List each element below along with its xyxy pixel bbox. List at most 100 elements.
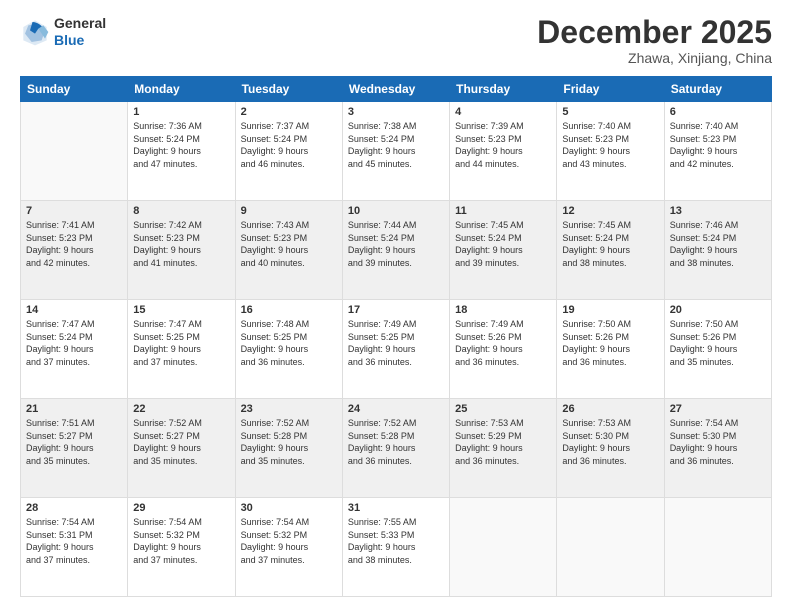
day-number: 8: [133, 205, 229, 217]
day-info: Sunrise: 7:47 AM Sunset: 5:25 PM Dayligh…: [133, 318, 229, 368]
logo-general-text: General: [54, 15, 106, 31]
table-row: 12Sunrise: 7:45 AM Sunset: 5:24 PM Dayli…: [557, 201, 664, 300]
calendar-week-row: 14 Sunrise: 7:47 AM Sunset: 5:24 PM Dayli…: [21, 300, 772, 399]
logo-blue-text: Blue: [54, 32, 84, 48]
day-number: 30: [241, 502, 337, 514]
header-wednesday: Wednesday: [342, 77, 449, 102]
day-info: Sunrise: 7:55 AM Sunset: 5:33 PM Dayligh…: [348, 516, 444, 566]
day-info: Sunrise: 7:54 AM Sunset: 5:32 PM Dayligh…: [133, 516, 229, 566]
title-block: December 2025 Zhawa, Xinjiang, China: [537, 15, 772, 66]
day-info: Sunrise: 7:40 AM Sunset: 5:23 PM Dayligh…: [670, 120, 766, 170]
day-number: 21: [26, 403, 122, 415]
day-number: 4: [455, 106, 551, 118]
logo: General Blue: [20, 15, 106, 49]
day-number: 17: [348, 304, 444, 316]
table-row: [21, 102, 128, 201]
day-number: 25: [455, 403, 551, 415]
day-info: Sunrise: 7:52 AM Sunset: 5:28 PM Dayligh…: [348, 417, 444, 467]
day-number: 16: [241, 304, 337, 316]
day-number: 9: [241, 205, 337, 217]
day-info: Sunrise: 7:53 AM Sunset: 5:30 PM Dayligh…: [562, 417, 658, 467]
day-number: 26: [562, 403, 658, 415]
day-number: 10: [348, 205, 444, 217]
day-number: 7: [26, 205, 122, 217]
header-tuesday: Tuesday: [235, 77, 342, 102]
day-number: 5: [562, 106, 658, 118]
table-row: 8Sunrise: 7:42 AM Sunset: 5:23 PM Daylig…: [128, 201, 235, 300]
day-number: 28: [26, 502, 122, 514]
table-row: [557, 498, 664, 597]
day-number: 6: [670, 106, 766, 118]
table-row: 20Sunrise: 7:50 AM Sunset: 5:26 PM Dayli…: [664, 300, 771, 399]
day-info: Sunrise: 7:36 AM Sunset: 5:24 PM Dayligh…: [133, 120, 229, 170]
day-number: 31: [348, 502, 444, 514]
day-info: Sunrise: 7:50 AM Sunset: 5:26 PM Dayligh…: [670, 318, 766, 368]
table-row: 26 Sunrise: 7:53 AM Sunset: 5:30 PM Dayli…: [557, 399, 664, 498]
table-row: 27Sunrise: 7:54 AM Sunset: 5:30 PM Dayli…: [664, 399, 771, 498]
table-row: 6 Sunrise: 7:40 AM Sunset: 5:23 PM Daylig…: [664, 102, 771, 201]
day-number: 15: [133, 304, 229, 316]
table-row: 9 Sunrise: 7:43 AM Sunset: 5:23 PM Daylig…: [235, 201, 342, 300]
day-number: 29: [133, 502, 229, 514]
table-row: 5 Sunrise: 7:40 AM Sunset: 5:23 PM Daylig…: [557, 102, 664, 201]
day-info: Sunrise: 7:37 AM Sunset: 5:24 PM Dayligh…: [241, 120, 337, 170]
logo-icon: [20, 17, 50, 47]
table-row: 31 Sunrise: 7:55 AM Sunset: 5:33 PM Dayli…: [342, 498, 449, 597]
day-number: 11: [455, 205, 551, 217]
table-row: 24 Sunrise: 7:52 AM Sunset: 5:28 PM Dayli…: [342, 399, 449, 498]
day-number: 12: [562, 205, 658, 217]
calendar-header-row: Sunday Monday Tuesday Wednesday Thursday…: [21, 77, 772, 102]
day-info: Sunrise: 7:51 AM Sunset: 5:27 PM Dayligh…: [26, 417, 122, 467]
table-row: 18Sunrise: 7:49 AM Sunset: 5:26 PM Dayli…: [450, 300, 557, 399]
day-info: Sunrise: 7:44 AM Sunset: 5:24 PM Dayligh…: [348, 219, 444, 269]
calendar-week-row: 7 Sunrise: 7:41 AM Sunset: 5:23 PM Daylig…: [21, 201, 772, 300]
table-row: [664, 498, 771, 597]
header-monday: Monday: [128, 77, 235, 102]
table-row: 11 Sunrise: 7:45 AM Sunset: 5:24 PM Dayli…: [450, 201, 557, 300]
table-row: 22Sunrise: 7:52 AM Sunset: 5:27 PM Dayli…: [128, 399, 235, 498]
day-info: Sunrise: 7:45 AM Sunset: 5:24 PM Dayligh…: [455, 219, 551, 269]
day-info: Sunrise: 7:40 AM Sunset: 5:23 PM Dayligh…: [562, 120, 658, 170]
table-row: 2Sunrise: 7:37 AM Sunset: 5:24 PM Daylig…: [235, 102, 342, 201]
day-number: 18: [455, 304, 551, 316]
day-number: 19: [562, 304, 658, 316]
table-row: 4 Sunrise: 7:39 AM Sunset: 5:23 PM Daylig…: [450, 102, 557, 201]
header-saturday: Saturday: [664, 77, 771, 102]
day-number: 13: [670, 205, 766, 217]
day-number: 23: [241, 403, 337, 415]
table-row: [450, 498, 557, 597]
calendar-week-row: 21 Sunrise: 7:51 AM Sunset: 5:27 PM Dayli…: [21, 399, 772, 498]
main-title: December 2025: [537, 15, 772, 50]
day-number: 24: [348, 403, 444, 415]
table-row: 25 Sunrise: 7:53 AM Sunset: 5:29 PM Dayli…: [450, 399, 557, 498]
table-row: 28 Sunrise: 7:54 AM Sunset: 5:31 PM Dayli…: [21, 498, 128, 597]
table-row: 7 Sunrise: 7:41 AM Sunset: 5:23 PM Daylig…: [21, 201, 128, 300]
table-row: 13 Sunrise: 7:46 AM Sunset: 5:24 PM Dayli…: [664, 201, 771, 300]
day-info: Sunrise: 7:39 AM Sunset: 5:23 PM Dayligh…: [455, 120, 551, 170]
table-row: 3 Sunrise: 7:38 AM Sunset: 5:24 PM Daylig…: [342, 102, 449, 201]
day-info: Sunrise: 7:43 AM Sunset: 5:23 PM Dayligh…: [241, 219, 337, 269]
day-info: Sunrise: 7:47 AM Sunset: 5:24 PM Dayligh…: [26, 318, 122, 368]
day-number: 3: [348, 106, 444, 118]
subtitle: Zhawa, Xinjiang, China: [537, 50, 772, 66]
table-row: 19 Sunrise: 7:50 AM Sunset: 5:26 PM Dayli…: [557, 300, 664, 399]
header-friday: Friday: [557, 77, 664, 102]
table-row: 17 Sunrise: 7:49 AM Sunset: 5:25 PM Dayli…: [342, 300, 449, 399]
table-row: 23Sunrise: 7:52 AM Sunset: 5:28 PM Dayli…: [235, 399, 342, 498]
table-row: 29 Sunrise: 7:54 AM Sunset: 5:32 PM Dayli…: [128, 498, 235, 597]
day-number: 14: [26, 304, 122, 316]
day-info: Sunrise: 7:48 AM Sunset: 5:25 PM Dayligh…: [241, 318, 337, 368]
day-info: Sunrise: 7:41 AM Sunset: 5:23 PM Dayligh…: [26, 219, 122, 269]
calendar-week-row: 1Sunrise: 7:36 AM Sunset: 5:24 PM Daylig…: [21, 102, 772, 201]
day-info: Sunrise: 7:50 AM Sunset: 5:26 PM Dayligh…: [562, 318, 658, 368]
day-info: Sunrise: 7:46 AM Sunset: 5:24 PM Dayligh…: [670, 219, 766, 269]
day-info: Sunrise: 7:38 AM Sunset: 5:24 PM Dayligh…: [348, 120, 444, 170]
day-info: Sunrise: 7:49 AM Sunset: 5:25 PM Dayligh…: [348, 318, 444, 368]
table-row: 16 Sunrise: 7:48 AM Sunset: 5:25 PM Dayli…: [235, 300, 342, 399]
table-row: 21 Sunrise: 7:51 AM Sunset: 5:27 PM Dayli…: [21, 399, 128, 498]
day-number: 22: [133, 403, 229, 415]
day-info: Sunrise: 7:54 AM Sunset: 5:30 PM Dayligh…: [670, 417, 766, 467]
table-row: 10 Sunrise: 7:44 AM Sunset: 5:24 PM Dayli…: [342, 201, 449, 300]
day-info: Sunrise: 7:53 AM Sunset: 5:29 PM Dayligh…: [455, 417, 551, 467]
day-info: Sunrise: 7:54 AM Sunset: 5:31 PM Dayligh…: [26, 516, 122, 566]
